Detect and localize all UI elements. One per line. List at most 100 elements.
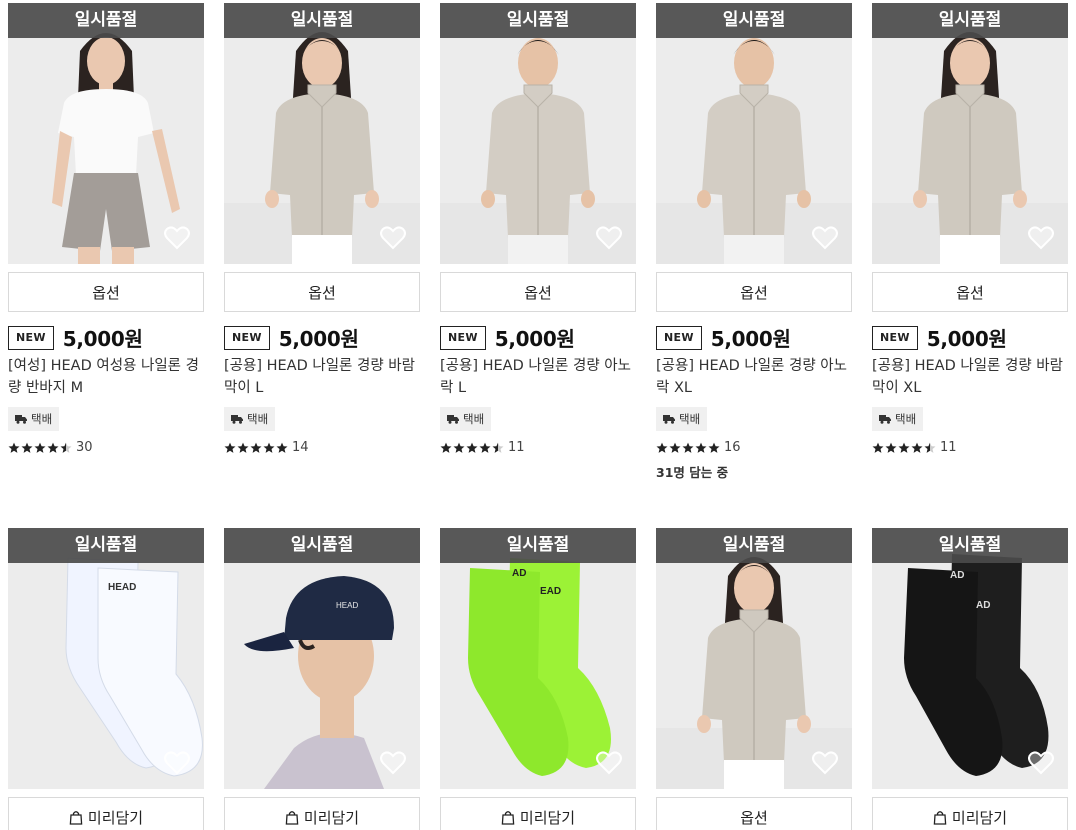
rating-stars [872,442,936,454]
product-title[interactable]: [여성] HEAD 여성용 나일론 경량 반바지 M [8,355,204,399]
shipping-label: 택배 [463,412,485,426]
pre-cart-button[interactable]: 미리담기 [8,797,204,830]
heart-icon[interactable] [596,751,622,775]
product-image[interactable]: 일시품절 [224,3,420,264]
star-icon [479,442,491,453]
product-title[interactable]: [공용] HEAD 나일론 경량 바람막이 XL [872,355,1068,399]
product-photo [8,3,204,264]
heart-icon[interactable] [1028,226,1054,250]
product-card[interactable]: AD EAD 일시품절 미리담기 [440,528,636,830]
product-image[interactable]: 일시품절 [8,3,204,264]
product-card[interactable]: 일시품절 옵션 NEW 5,000원 [여성] HEAD 여성용 나일론 경량 … [8,3,204,455]
shipping-badge: 택배 [440,407,492,431]
product-title[interactable]: [공용] HEAD 나일론 경량 아노락 L [440,355,636,399]
star-icon [263,442,275,453]
star-icon [440,442,452,453]
rating: 30 [8,440,93,455]
star-icon [656,442,668,453]
soldout-label: 일시품절 [224,528,420,563]
product-title[interactable]: [공용] HEAD 나일론 경량 아노락 XL [656,355,852,399]
product-image[interactable]: 일시품절 [440,3,636,264]
soldout-label: 일시품절 [872,528,1068,563]
heart-icon[interactable] [164,226,190,250]
product-photo [656,3,852,264]
star-icon [466,442,478,453]
button-label: 옵션 [740,283,768,302]
product-photo [656,528,852,789]
shipping-badge: 택배 [872,407,924,431]
option-button[interactable]: 옵션 [8,272,204,312]
option-button[interactable]: 옵션 [656,272,852,312]
product-card[interactable]: 일시품절 옵션 NEW 5,000원 [공용] HEAD 나일론 경량 아노락 … [440,3,636,455]
pre-cart-button[interactable]: 미리담기 [872,797,1068,830]
price: 5,000원 [494,327,575,351]
shipping-label: 택배 [31,412,53,426]
svg-text:AD: AD [950,570,964,581]
heart-icon[interactable] [1028,751,1054,775]
soldout-label: 일시품절 [8,528,204,563]
product-image[interactable]: HEAD 일시품절 [8,528,204,789]
option-button[interactable]: 옵션 [656,797,852,830]
button-label: 옵션 [740,808,768,827]
truck-icon [879,415,891,424]
new-badge: NEW [440,325,486,350]
star-icon [250,442,262,453]
star-icon [885,442,897,453]
star-icon [492,442,504,453]
product-image[interactable]: 일시품절 [872,3,1068,264]
price-row: NEW 5,000원 [224,323,359,352]
rating: 16 [656,440,741,455]
product-image[interactable]: HEAD 일시품절 [224,528,420,789]
button-label: 옵션 [524,283,552,302]
star-icon [924,442,936,453]
heart-icon[interactable] [380,226,406,250]
product-card[interactable]: 일시품절 옵션 NEW 5,000원 [공용] HEAD 나일론 경량 아노락 … [656,3,852,480]
heart-icon[interactable] [164,751,190,775]
truck-icon [15,415,27,424]
button-label: 미리담기 [87,808,144,827]
shipping-badge: 택배 [224,407,276,431]
review-count: 16 [724,440,741,455]
shipping-badge: 택배 [8,407,60,431]
new-badge: NEW [656,325,702,350]
soldout-label: 일시품절 [656,528,852,563]
svg-text:AD: AD [512,568,526,579]
shipping-label: 택배 [247,412,269,426]
button-label: 옵션 [956,283,984,302]
product-image[interactable]: 일시품절 [656,3,852,264]
pre-cart-button[interactable]: 미리담기 [440,797,636,830]
product-card[interactable]: HEAD 일시품절 미리담기 [224,528,420,830]
price: 5,000원 [926,327,1007,351]
pre-cart-button[interactable]: 미리담기 [224,797,420,830]
bag-icon [69,810,83,825]
button-label: 미리담기 [519,808,576,827]
option-button[interactable]: 옵션 [440,272,636,312]
bag-icon [501,810,515,825]
star-icon [453,442,465,453]
product-card[interactable]: HEAD 일시품절 미리담기 [8,528,204,830]
heart-icon[interactable] [812,226,838,250]
star-icon [669,442,681,453]
product-title[interactable]: [공용] HEAD 나일론 경량 바람막이 L [224,355,420,399]
star-icon [47,442,59,453]
svg-text:EAD: EAD [540,586,561,597]
price-row: NEW 5,000원 [656,323,791,352]
product-card[interactable]: AD AD 일시품절 미리담기 [872,528,1068,830]
truck-icon [447,415,459,424]
product-card[interactable]: 일시품절 옵션 NEW 5,000원 [공용] HEAD 나일론 경량 바람막이… [224,3,420,455]
option-button[interactable]: 옵션 [224,272,420,312]
star-icon [34,442,46,453]
button-label: 미리담기 [303,808,360,827]
product-card[interactable]: 일시품절 옵션 NEW 5,000원 [공용] HEAD 나일론 경량 바람막이… [872,3,1068,455]
product-photo: AD EAD [440,528,636,789]
product-card[interactable]: 일시품절 옵션 [656,528,852,830]
product-image[interactable]: AD EAD 일시품절 [440,528,636,789]
heart-icon[interactable] [596,226,622,250]
product-image[interactable]: AD AD 일시품절 [872,528,1068,789]
option-button[interactable]: 옵션 [872,272,1068,312]
product-image[interactable]: 일시품절 [656,528,852,789]
heart-icon[interactable] [380,751,406,775]
heart-icon[interactable] [812,751,838,775]
new-badge: NEW [8,325,54,350]
rating-stars [440,442,504,454]
